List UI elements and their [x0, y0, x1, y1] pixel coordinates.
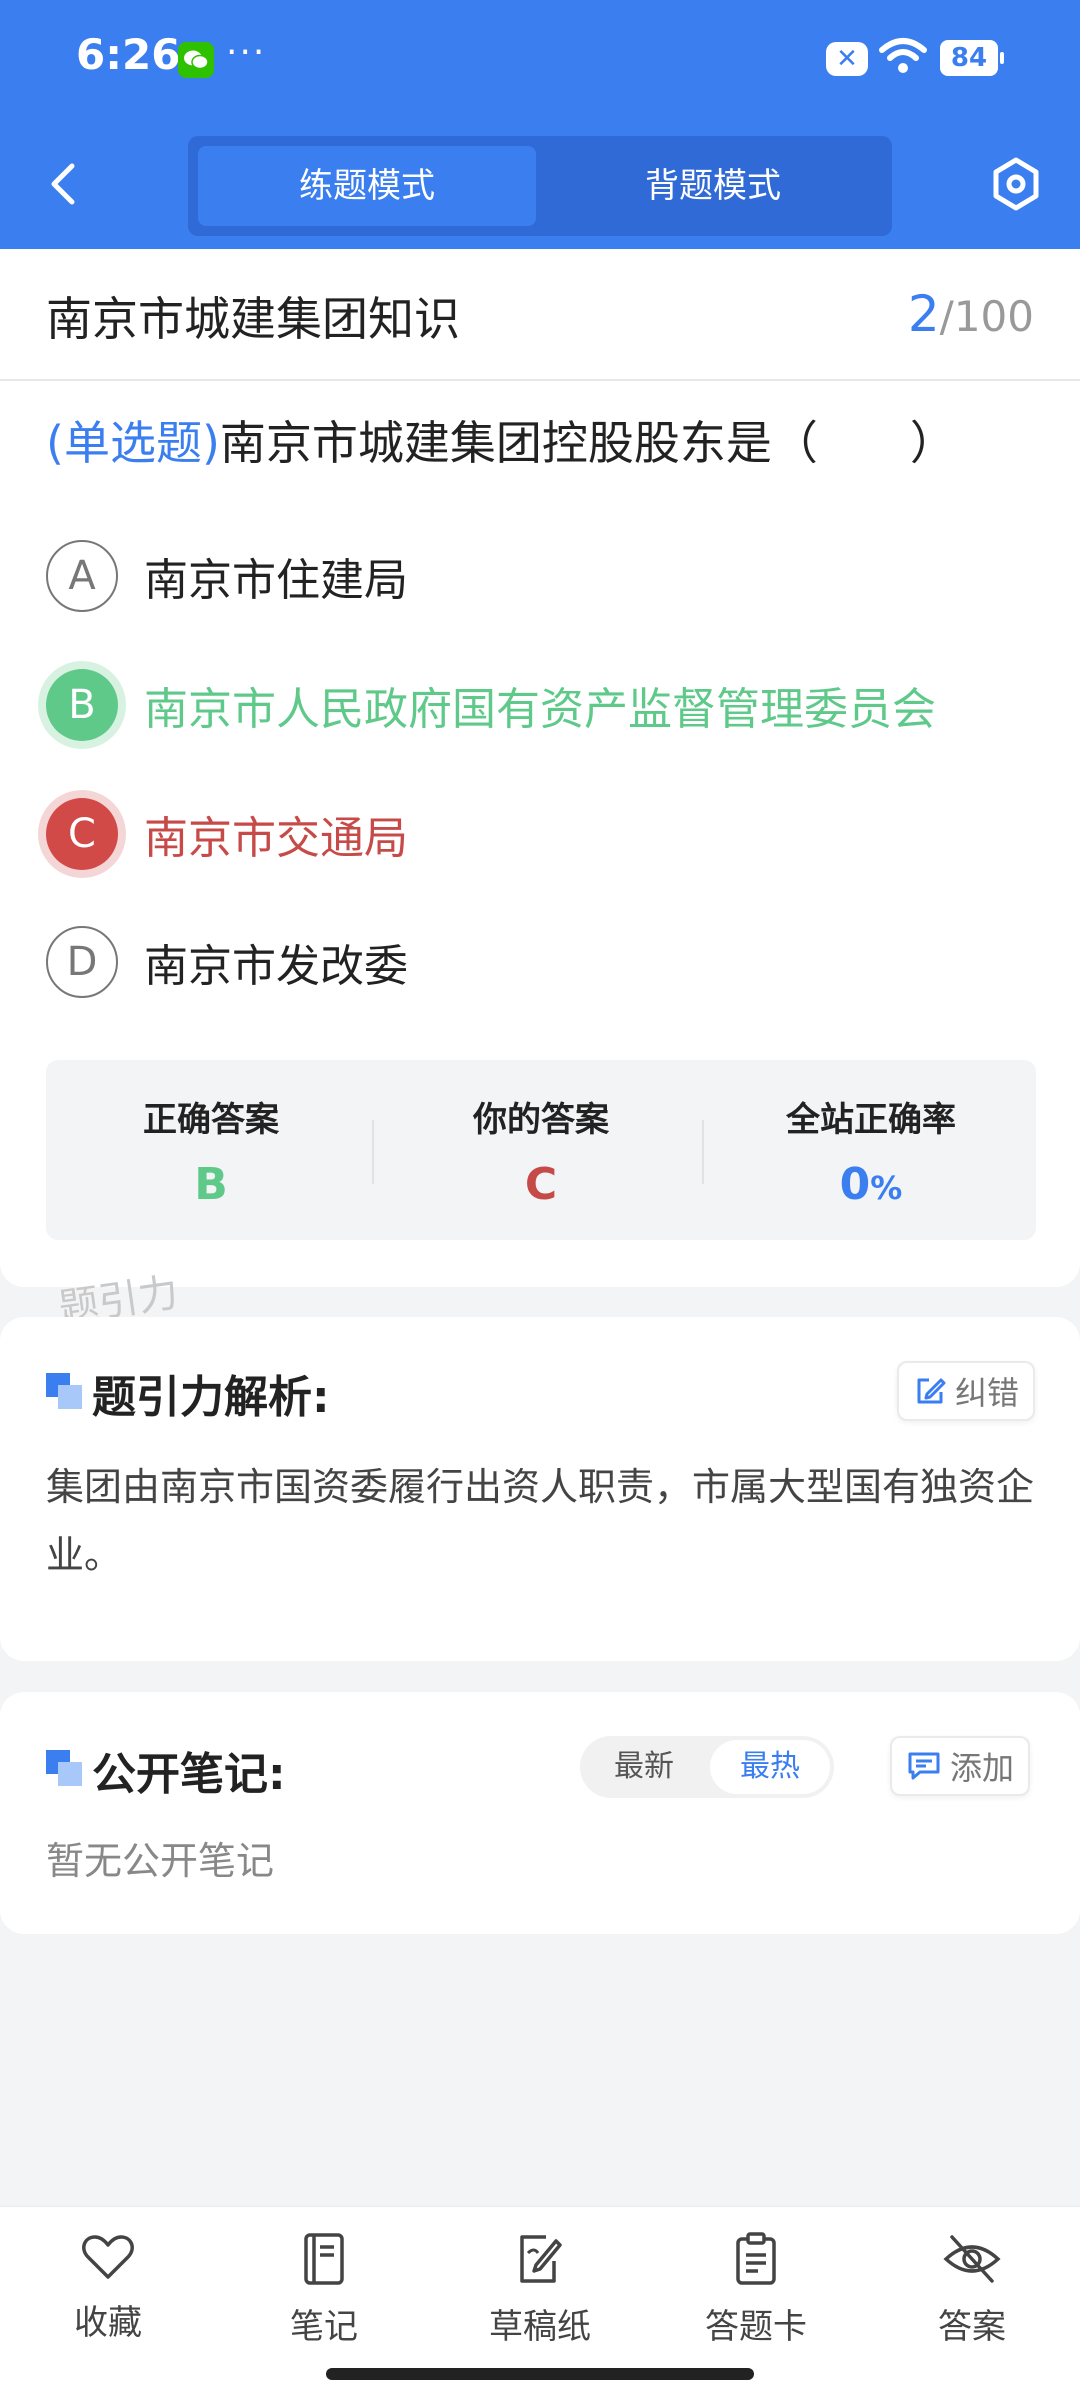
back-button[interactable]: [44, 160, 84, 208]
status-time: 6:26: [76, 30, 181, 79]
stat-value: 0%: [706, 1159, 1036, 1210]
no-sim-icon: ✕: [826, 42, 868, 76]
nav-favorite[interactable]: 收藏: [8, 2231, 208, 2344]
wifi-icon: [878, 36, 928, 80]
header: 6:26 ··· ✕ 84 练题模式 背题模式: [0, 0, 1080, 249]
nav-answer-sheet[interactable]: 答题卡: [656, 2231, 856, 2348]
rate-unit: %: [870, 1169, 903, 1207]
nav-label: 答题卡: [705, 2307, 807, 2347]
answer-sheet-icon: [736, 2232, 776, 2285]
option-d[interactable]: D 南京市发改委: [46, 926, 408, 998]
empty-notes-text: 暂无公开笔记: [46, 1839, 275, 1883]
option-text: 南京市发改委: [144, 941, 408, 992]
topic-title: 南京市城建集团知识: [46, 292, 460, 346]
option-letter: A: [46, 540, 118, 612]
notification-dots: ···: [226, 32, 267, 73]
option-c[interactable]: C 南京市交通局: [46, 798, 408, 870]
nav-label: 草稿纸: [489, 2307, 591, 2347]
option-a[interactable]: A 南京市住建局: [46, 540, 408, 612]
stat-value: B: [194, 1159, 228, 1210]
notebook-icon: [304, 2233, 344, 2285]
section-icon: [46, 1373, 82, 1409]
stat-separator: [372, 1120, 374, 1184]
heart-icon: [82, 2235, 134, 2279]
option-letter: D: [46, 926, 118, 998]
wechat-icon: [178, 42, 214, 78]
stat-separator: [702, 1120, 704, 1184]
question-type: (单选题): [46, 416, 220, 470]
analysis-text: 集团由南京市国资委履行出资人职责，市属大型国有独资企业。: [46, 1465, 1035, 1577]
question-progress: 2/100: [908, 285, 1034, 343]
question-stem: 南京市城建集团控股股东是（ ）: [219, 416, 956, 470]
nav-answer-toggle[interactable]: 答案: [872, 2231, 1072, 2348]
battery-indicator: 84: [940, 40, 1004, 76]
notes-sort-toggle: 最新 最热: [580, 1736, 834, 1798]
stat-correct-answer: 正确答案 B: [46, 1060, 376, 1240]
tab-memorize-mode[interactable]: 背题模式: [544, 146, 882, 226]
stat-label: 正确答案: [143, 1100, 279, 1140]
nav-notes[interactable]: 笔记: [224, 2231, 424, 2348]
eye-off-icon: [943, 2235, 1001, 2283]
settings-button[interactable]: [990, 156, 1042, 212]
report-error-label: 纠错: [955, 1374, 1020, 1412]
tab-practice-mode[interactable]: 练题模式: [198, 146, 536, 226]
notes-title: 公开笔记:: [92, 1749, 286, 1800]
total-questions: /100: [939, 292, 1034, 341]
option-letter: B: [46, 669, 118, 741]
current-question-number: 2: [907, 285, 940, 343]
nav-label: 答案: [938, 2307, 1006, 2347]
edit-icon: [917, 1378, 946, 1404]
analysis-card: 题引力解析: 纠错 集团由南京市国资委履行出资人职责，市属大型国有独资企业。: [0, 1317, 1080, 1661]
question-text: (单选题)南京市城建集团控股股东是（ ）: [46, 407, 956, 473]
option-text: 南京市交通局: [144, 813, 408, 864]
stat-value: C: [524, 1159, 558, 1210]
add-note-label: 添加: [950, 1749, 1015, 1787]
comment-icon: [908, 1752, 940, 1780]
settings-hexagon-icon: [993, 157, 1039, 211]
chevron-left-icon: [51, 163, 75, 205]
rate-number: 0: [839, 1159, 871, 1210]
stat-accuracy-rate: 全站正确率 0%: [706, 1060, 1036, 1240]
option-b[interactable]: B 南京市人民政府国有资产监督管理委员会: [46, 669, 936, 741]
report-error-button[interactable]: 纠错: [897, 1361, 1036, 1421]
option-text: 南京市住建局: [144, 555, 408, 606]
stat-label: 你的答案: [473, 1100, 609, 1140]
divider: [0, 379, 1080, 381]
sort-newest[interactable]: 最新: [584, 1740, 704, 1794]
option-letter: C: [46, 798, 118, 870]
analysis-title: 题引力解析:: [92, 1372, 330, 1423]
question-card: 南京市城建集团知识 2/100 (单选题)南京市城建集团控股股东是（ ） A 南…: [0, 249, 1080, 1287]
nav-draft-paper[interactable]: 草稿纸: [440, 2231, 640, 2348]
draft-paper-icon: [520, 2235, 562, 2283]
section-icon: [46, 1750, 82, 1786]
option-text: 南京市人民政府国有资产监督管理委员会: [144, 684, 936, 735]
notes-card: 公开笔记: 最新 最热 添加 暂无公开笔记: [0, 1692, 1080, 1934]
sort-hottest[interactable]: 最热: [710, 1740, 830, 1794]
stat-your-answer: 你的答案 C: [376, 1060, 706, 1240]
add-note-button[interactable]: 添加: [890, 1736, 1031, 1796]
mode-switch: 练题模式 背题模式: [188, 136, 892, 236]
nav-label: 收藏: [74, 2303, 142, 2343]
stat-label: 全站正确率: [786, 1100, 956, 1140]
nav-label: 笔记: [290, 2307, 358, 2347]
answer-stats: 正确答案 B 你的答案 C 全站正确率 0%: [46, 1060, 1036, 1240]
home-indicator[interactable]: [326, 2368, 754, 2380]
